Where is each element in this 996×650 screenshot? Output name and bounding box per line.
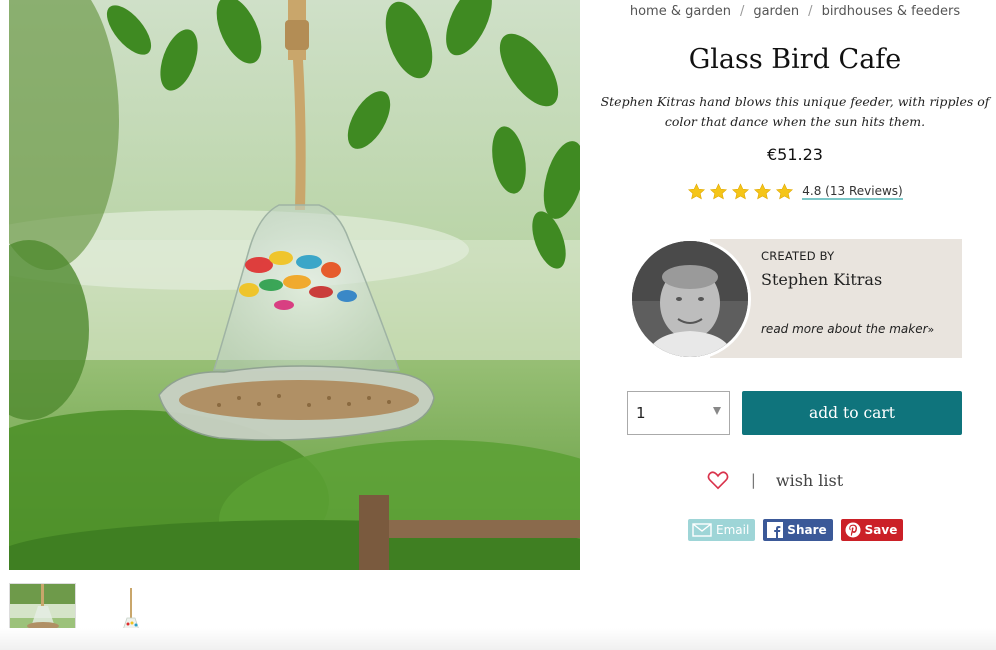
breadcrumb-separator: /	[808, 4, 813, 19]
share-buttons: Email Share Save	[688, 519, 904, 541]
wishlist-separator: |	[750, 471, 756, 489]
pinterest-save-label: Save	[864, 523, 898, 537]
product-price: €51.23	[767, 145, 823, 164]
maker-name: Stephen Kitras	[761, 270, 883, 289]
add-to-cart-button[interactable]: add to cart	[742, 391, 962, 435]
star-icon	[776, 183, 794, 200]
breadcrumb-home-garden[interactable]: home & garden	[630, 4, 731, 19]
star-icon	[710, 183, 728, 200]
breadcrumb-garden[interactable]: garden	[753, 4, 799, 19]
facebook-share-button[interactable]: Share	[763, 519, 833, 541]
quantity-select[interactable]: 1	[627, 391, 730, 435]
envelope-icon	[692, 523, 712, 537]
heart-icon[interactable]	[707, 470, 729, 490]
product-main-image[interactable]	[9, 0, 580, 570]
maker-link-arrow: »	[927, 323, 935, 336]
breadcrumb-birdhouses-feeders[interactable]: birdhouses & feeders	[822, 4, 961, 19]
star-icon	[732, 183, 750, 200]
breadcrumb: home & garden / garden / birdhouses & feeder…	[600, 4, 990, 19]
rating-stars	[687, 183, 794, 201]
read-more-maker-link[interactable]: read more about the maker»	[761, 322, 934, 336]
star-icon	[754, 183, 772, 200]
facebook-share-label: Share	[787, 523, 827, 537]
product-title: Glass Bird Cafe	[688, 44, 902, 75]
quantity-value: 1	[636, 404, 646, 422]
created-by-label: CREATED BY	[761, 249, 835, 263]
chevron-down-icon	[713, 407, 721, 415]
star-icon	[688, 183, 706, 200]
maker-link-label: read more about the maker	[761, 322, 928, 336]
page-bottom-fade	[0, 628, 996, 650]
pinterest-save-button[interactable]: Save	[840, 519, 904, 541]
wishlist-row: | wish list	[600, 470, 990, 490]
facebook-icon	[767, 522, 784, 538]
reviews-link[interactable]: 4.8 (13 Reviews)	[802, 184, 903, 200]
product-rating: 4.8 (13 Reviews)	[600, 183, 990, 201]
product-description: Stephen Kitras hand blows this unique fe…	[600, 94, 990, 129]
email-share-button[interactable]: Email	[688, 519, 756, 541]
email-share-label: Email	[716, 523, 750, 537]
wishlist-link[interactable]: wish list	[776, 471, 843, 490]
breadcrumb-separator: /	[739, 4, 745, 19]
maker-avatar[interactable]	[629, 238, 751, 360]
pinterest-icon	[845, 522, 861, 538]
